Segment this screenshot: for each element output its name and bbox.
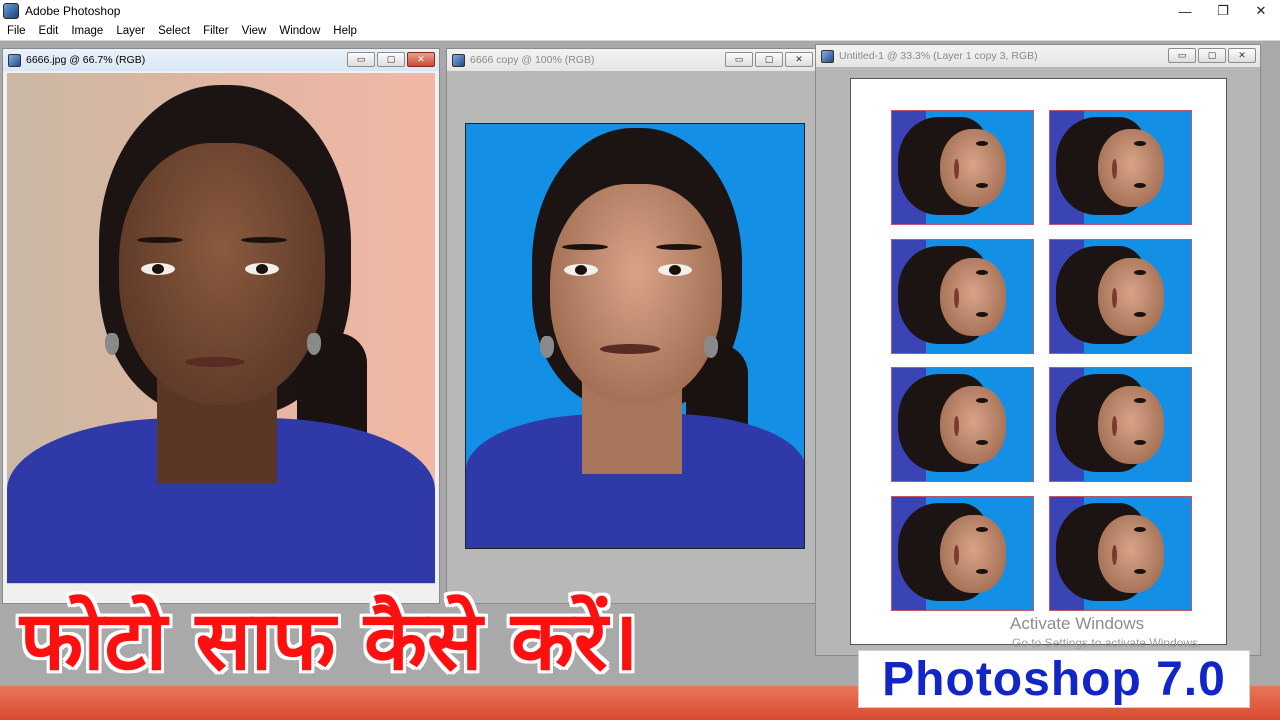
menu-help[interactable]: Help [333,25,357,37]
activate-windows-subtext: Go to Settings to activate Windows. [1012,636,1202,650]
passport-photo [1049,239,1192,354]
app-titlebar: Adobe Photoshop — ❐ ✕ [0,0,1280,22]
restore-button[interactable]: ❐ [1204,0,1242,22]
minimize-button[interactable]: — [1166,0,1204,22]
document-controls: ▭ ▢ ✕ [725,52,813,67]
passport-photo [1049,110,1192,225]
app-title: Adobe Photoshop [25,4,121,18]
photo-left-eye [141,263,175,275]
document-titlebar[interactable]: Untitled-1 @ 33.3% (Layer 1 copy 3, RGB)… [816,45,1260,67]
document-icon [452,53,465,67]
doc-close-button[interactable]: ✕ [785,52,813,67]
document-canvas-photo-blue[interactable] [465,123,805,549]
menu-select[interactable]: Select [158,25,190,37]
print-sheet-canvas[interactable] [850,78,1227,645]
document-title: 6666.jpg @ 66.7% (RGB) [26,54,146,66]
document-window-untitled[interactable]: Untitled-1 @ 33.3% (Layer 1 copy 3, RGB)… [815,44,1261,656]
window-controls: — ❐ ✕ [1166,0,1280,22]
doc-maximize-button[interactable]: ▢ [1198,48,1226,63]
passport-photo [891,239,1034,354]
photo-mouth [600,344,660,354]
headline-hindi: फोटो साफ कैसे करें। [20,594,639,689]
photo-right-eye [658,264,692,276]
menu-filter[interactable]: Filter [203,25,229,37]
doc-close-button[interactable]: ✕ [1228,48,1256,63]
document-canvas-photo[interactable] [7,73,435,583]
photo-earring-left [105,333,119,355]
photo-earring-right [307,333,321,355]
menu-window[interactable]: Window [279,25,320,37]
doc-close-button[interactable]: ✕ [407,52,435,67]
passport-photo [891,110,1034,225]
doc-minimize-button[interactable]: ▭ [347,52,375,67]
photo-earring-right [704,336,718,358]
photoshop-version-text: Photoshop 7.0 [882,652,1226,706]
menu-image[interactable]: Image [71,25,103,37]
passport-photo [1049,367,1192,482]
activate-windows-watermark: Activate Windows [1010,614,1145,633]
menu-edit[interactable]: Edit [39,25,59,37]
doc-minimize-button[interactable]: ▭ [725,52,753,67]
photo-right-brow [656,244,702,250]
document-titlebar[interactable]: 6666.jpg @ 66.7% (RGB) ▭ ▢ ✕ [3,49,439,71]
doc-minimize-button[interactable]: ▭ [1168,48,1196,63]
document-title: Untitled-1 @ 33.3% (Layer 1 copy 3, RGB) [839,50,1038,62]
doc-maximize-button[interactable]: ▢ [755,52,783,67]
passport-photo [1049,496,1192,611]
document-title: 6666 copy @ 100% (RGB) [470,54,595,66]
menubar: File Edit Image Layer Select Filter View… [0,22,1280,41]
menu-view[interactable]: View [242,25,267,37]
close-button[interactable]: ✕ [1242,0,1280,22]
photo-left-eye [564,264,598,276]
photo-right-eye [245,263,279,275]
photoshop-app-icon [3,3,19,19]
document-icon [821,49,834,63]
photo-left-brow [562,244,608,250]
photo-right-brow [241,237,287,243]
document-titlebar[interactable]: 6666 copy @ 100% (RGB) ▭ ▢ ✕ [447,49,817,71]
photo-earring-left [540,336,554,358]
photo-face [550,184,722,404]
menu-file[interactable]: File [7,25,26,37]
photoshop-version-badge: Photoshop 7.0 [858,650,1250,708]
document-window-copy[interactable]: 6666 copy @ 100% (RGB) ▭ ▢ ✕ [446,48,818,604]
document-controls: ▭ ▢ ✕ [347,52,435,67]
document-icon [8,53,21,67]
passport-photo [891,496,1034,611]
photo-left-brow [137,237,183,243]
passport-photo [891,367,1034,482]
document-window-original[interactable]: 6666.jpg @ 66.7% (RGB) ▭ ▢ ✕ [2,48,440,604]
photo-mouth [185,357,245,367]
doc-maximize-button[interactable]: ▢ [377,52,405,67]
menu-layer[interactable]: Layer [116,25,145,37]
document-controls: ▭ ▢ ✕ [1168,48,1256,63]
